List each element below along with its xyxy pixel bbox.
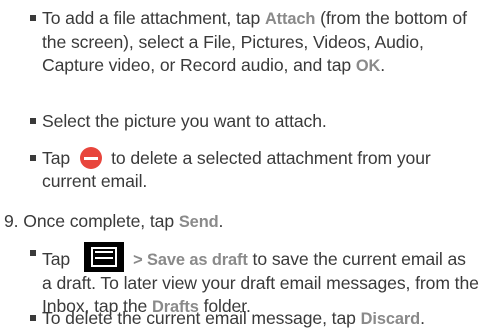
ui-label-discard: Discard bbox=[360, 310, 421, 328]
ui-label-ok: OK bbox=[355, 57, 381, 75]
bullet-text: To add a file attachment, tap Attach (fr… bbox=[42, 7, 480, 78]
bullet-marker bbox=[30, 155, 36, 161]
text-segment: To delete the current email message, tap bbox=[42, 308, 361, 328]
text-segment: Tap bbox=[42, 249, 71, 269]
step-number: 9. bbox=[4, 211, 19, 231]
bullet-text: Select the picture you want to attach. bbox=[42, 111, 327, 131]
bullet-marker bbox=[30, 250, 36, 256]
text-segment: . bbox=[420, 308, 425, 328]
menu-icon bbox=[84, 242, 125, 272]
bullet-marker bbox=[30, 118, 36, 124]
remove-icon bbox=[80, 147, 103, 169]
menu-icon-line bbox=[95, 257, 114, 259]
instruction-page: To add a file attachment, tap Attach (fr… bbox=[0, 0, 489, 328]
ui-label-attach: Attach bbox=[264, 10, 316, 28]
bullet-text: Tap to delete a selected attachment from … bbox=[42, 147, 480, 193]
menu-icon-line bbox=[95, 251, 114, 253]
text-segment: To add a file attachment, tap bbox=[42, 8, 265, 28]
ui-label-save-as-draft: Save as draft bbox=[147, 251, 248, 269]
text-segment: Once complete, tap bbox=[23, 211, 179, 231]
bullet-select-picture: Select the picture you want to attach. bbox=[30, 110, 480, 133]
bullet-delete-attachment: Tap to delete a selected attachment from … bbox=[30, 147, 480, 193]
ui-label-send: Send bbox=[178, 213, 219, 231]
bullet-marker bbox=[30, 15, 36, 21]
text-segment: Tap bbox=[42, 148, 71, 168]
bullet-attach-file: To add a file attachment, tap Attach (fr… bbox=[30, 7, 480, 78]
ui-prefix: > bbox=[133, 251, 148, 269]
bullet-marker bbox=[30, 315, 36, 321]
step-9: 9. Once complete, tap Send. bbox=[4, 210, 484, 234]
bullet-discard: To delete the current email message, tap… bbox=[30, 307, 480, 331]
text-segment: . bbox=[380, 55, 386, 75]
text-segment: . bbox=[218, 211, 224, 231]
bullet-text: To delete the current email message, tap… bbox=[42, 307, 480, 331]
